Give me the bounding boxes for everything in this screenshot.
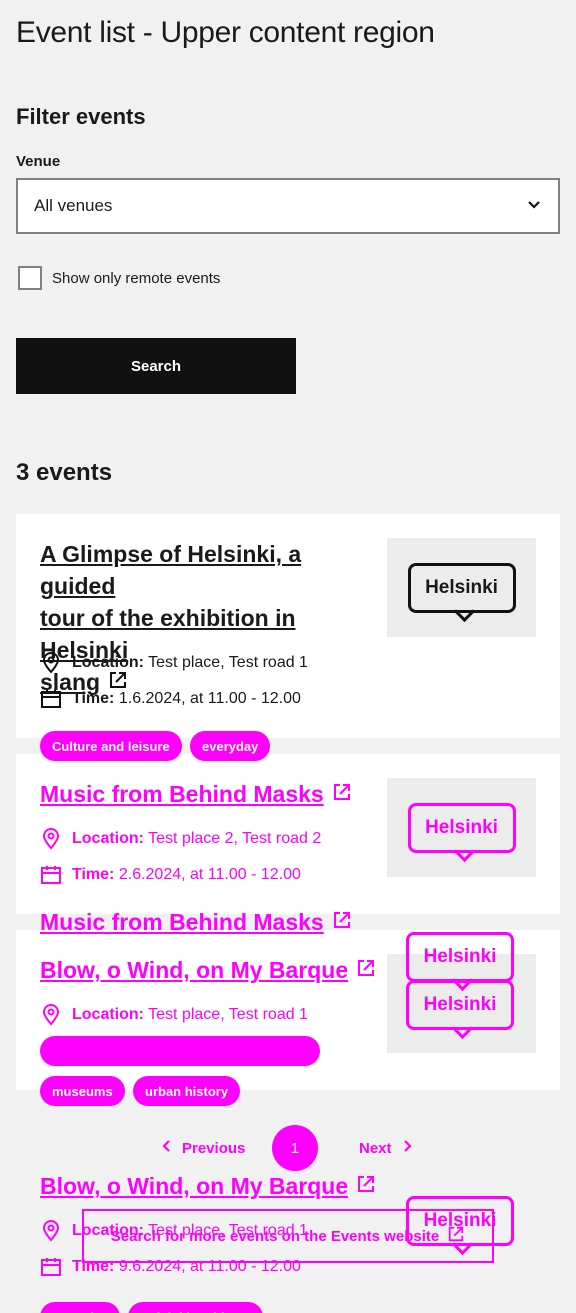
- chevron-down-icon: [526, 196, 542, 217]
- pagination-previous[interactable]: Previous: [160, 1139, 245, 1157]
- event-tag[interactable]: Culture and leisure: [40, 731, 182, 761]
- pagination-next-label: Next: [359, 1139, 392, 1157]
- helsinki-logo: Helsinki: [407, 562, 516, 613]
- venue-select-value: All venues: [34, 196, 113, 215]
- event-image: Helsinki: [406, 980, 514, 1030]
- results-count: 3 events: [16, 459, 113, 486]
- event-tag[interactable]: Helsinki residents: [128, 1302, 264, 1313]
- location-pin-icon: [40, 828, 62, 850]
- filter-heading: Filter events: [16, 104, 146, 129]
- event-location: Location: Test place, Test road 1: [40, 652, 308, 674]
- location-value: Test place, Test road 1: [148, 654, 308, 671]
- helsinki-logo: Helsinki: [407, 802, 516, 853]
- event-location: Location: Test place 2, Test road 2: [40, 828, 321, 850]
- event-image: Helsinki: [387, 778, 536, 877]
- time-value: 9.6.2024, at 11.00 - 12.00: [118, 1258, 301, 1275]
- calendar-icon: [40, 864, 62, 886]
- remote-events-label: Show only remote events: [52, 269, 221, 287]
- external-link-icon: [332, 906, 352, 938]
- event-image: Helsinki: [387, 538, 536, 637]
- pagination-current-page[interactable]: 1: [272, 1125, 318, 1171]
- location-pin-icon: [40, 1220, 62, 1242]
- helsinki-logo: Helsinki: [406, 980, 514, 1030]
- location-pin-icon: [40, 652, 62, 674]
- event-title-line: A Glimpse of Helsinki, a guided: [40, 541, 302, 599]
- external-link-icon: [332, 778, 352, 810]
- location-label: Location:: [72, 1006, 144, 1023]
- time-value: 2.6.2024, at 11.00 - 12.00: [118, 866, 301, 883]
- remote-events-row[interactable]: Show only remote events: [18, 266, 220, 290]
- time-label: Time:: [72, 1258, 115, 1275]
- more-events-button[interactable]: Search for more events on the Events web…: [82, 1209, 494, 1263]
- external-link-icon: [356, 954, 376, 986]
- venue-label: Venue: [16, 153, 61, 170]
- more-events-label: Search for more events on the Events web…: [110, 1227, 440, 1245]
- chevron-right-icon: [400, 1139, 414, 1157]
- time-value: 1.6.2024, at 11.00 - 12.00: [118, 690, 301, 707]
- external-link-icon: [447, 1225, 465, 1247]
- search-button[interactable]: Search: [16, 338, 296, 394]
- event-title: Blow, o Wind, on My Barque: [40, 957, 349, 983]
- location-value: Test place 2, Test road 2: [148, 830, 322, 847]
- page-title: Event list - Upper content region: [16, 16, 435, 49]
- event-title: Music from Behind Masks: [40, 909, 324, 935]
- external-link-icon: [356, 1170, 376, 1202]
- venue-select[interactable]: All venues: [16, 178, 560, 234]
- event-time: Time: 1.6.2024, at 11.00 - 12.00: [40, 688, 301, 710]
- event-tag[interactable]: everyday: [190, 731, 271, 761]
- event-title: Blow, o Wind, on My Barque: [40, 1173, 349, 1199]
- event-title: Music from Behind Masks: [40, 781, 324, 807]
- event-title-link[interactable]: Music from Behind Masks: [40, 906, 352, 938]
- time-label: Time:: [72, 866, 115, 883]
- event-title-link[interactable]: A Glimpse of Helsinki, a guided tour of …: [40, 538, 370, 698]
- event-tag[interactable]: museums: [40, 1076, 125, 1106]
- location-label: Location:: [72, 830, 144, 847]
- event-tag[interactable]: everyday: [40, 1302, 121, 1313]
- calendar-icon: [40, 688, 62, 710]
- calendar-icon: [40, 1256, 62, 1278]
- event-location: Location: Test place, Test road 1: [40, 1004, 308, 1026]
- event-title-link[interactable]: Music from Behind Masks: [40, 778, 352, 810]
- remote-events-checkbox[interactable]: [18, 266, 42, 290]
- event-image: Helsinki: [406, 932, 514, 982]
- event-title-link[interactable]: Blow, o Wind, on My Barque: [40, 1170, 376, 1202]
- pagination-previous-label: Previous: [182, 1139, 246, 1157]
- location-value: Test place, Test road 1: [148, 1006, 308, 1023]
- event-tag[interactable]: urban history: [133, 1076, 241, 1106]
- event-time: Time: 9.6.2024, at 11.00 - 12.00: [40, 1256, 301, 1278]
- time-label: Time:: [72, 690, 115, 707]
- event-time: Time: 2.6.2024, at 11.00 - 12.00: [40, 864, 301, 886]
- helsinki-logo: Helsinki: [406, 932, 514, 982]
- event-tag[interactable]: [40, 1036, 320, 1066]
- pagination-next[interactable]: Next: [359, 1139, 414, 1157]
- event-title-link[interactable]: Blow, o Wind, on My Barque: [40, 954, 376, 986]
- chevron-left-icon: [160, 1139, 174, 1157]
- location-pin-icon: [40, 1004, 62, 1026]
- location-label: Location:: [72, 654, 144, 671]
